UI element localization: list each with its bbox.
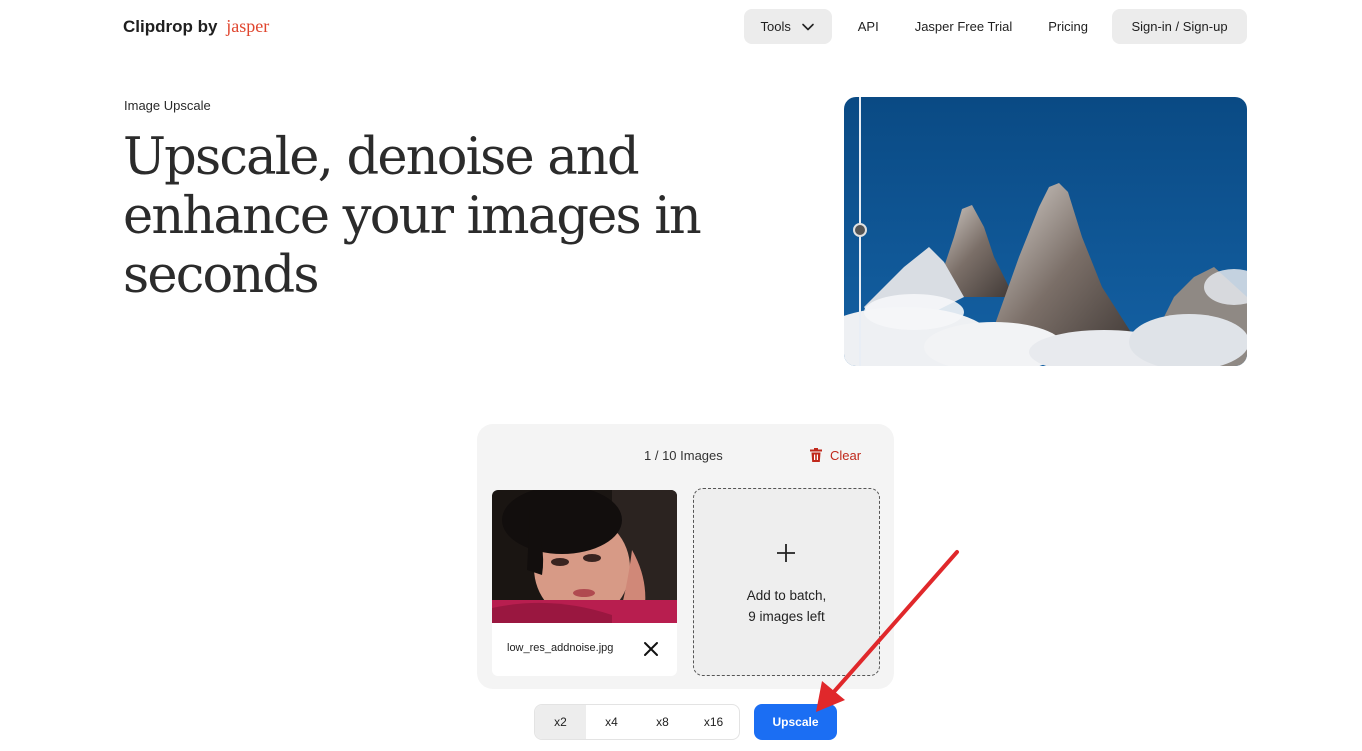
scale-selector: x2 x4 x8 x16 <box>534 704 740 740</box>
plus-icon <box>777 544 795 562</box>
comparison-handle[interactable] <box>853 223 867 237</box>
brand-logo[interactable]: Clipdrop by jasper <box>123 16 269 37</box>
uploaded-image-card[interactable]: low_res_addnoise.jpg <box>492 490 677 676</box>
uploaded-thumbnail <box>492 490 677 623</box>
before-after-comparison[interactable] <box>844 97 1247 366</box>
scale-option-x2[interactable]: x2 <box>535 705 586 739</box>
nav-api-link[interactable]: API <box>840 9 897 44</box>
nav-pricing-link[interactable]: Pricing <box>1030 9 1106 44</box>
upscale-button[interactable]: Upscale <box>754 704 837 740</box>
scale-option-x8[interactable]: x8 <box>637 705 688 739</box>
scale-option-x16[interactable]: x16 <box>688 705 739 739</box>
signin-button[interactable]: Sign-in / Sign-up <box>1112 9 1247 44</box>
image-count: 1 / 10 Images <box>644 448 723 463</box>
top-nav: Tools API Jasper Free Trial Pricing Sign… <box>743 9 1247 44</box>
page-eyebrow: Image Upscale <box>124 98 211 113</box>
mountain-image <box>844 97 1247 366</box>
nav-trial-link[interactable]: Jasper Free Trial <box>897 9 1031 44</box>
file-name: low_res_addnoise.jpg <box>507 642 614 654</box>
tools-label: Tools <box>760 19 791 34</box>
add-to-batch-text: Add to batch, 9 images left <box>694 585 879 627</box>
brand-name: Clipdrop <box>123 17 193 36</box>
brand-partner: jasper <box>226 16 270 36</box>
clear-button[interactable]: Clear <box>808 447 861 463</box>
page-title: Upscale, denoise and enhance your images… <box>123 128 702 305</box>
add-to-batch-dropzone[interactable]: Add to batch, 9 images left <box>693 488 880 676</box>
add-line-1: Add to batch, <box>746 588 827 603</box>
trash-icon <box>810 448 822 462</box>
chevron-down-icon <box>802 23 814 30</box>
clear-label: Clear <box>830 447 862 463</box>
brand-by: by <box>197 17 218 36</box>
tools-menu-button[interactable]: Tools <box>743 9 832 44</box>
add-line-2: 9 images left <box>748 609 825 624</box>
scale-option-x4[interactable]: x4 <box>586 705 637 739</box>
remove-image-icon[interactable] <box>642 640 660 658</box>
